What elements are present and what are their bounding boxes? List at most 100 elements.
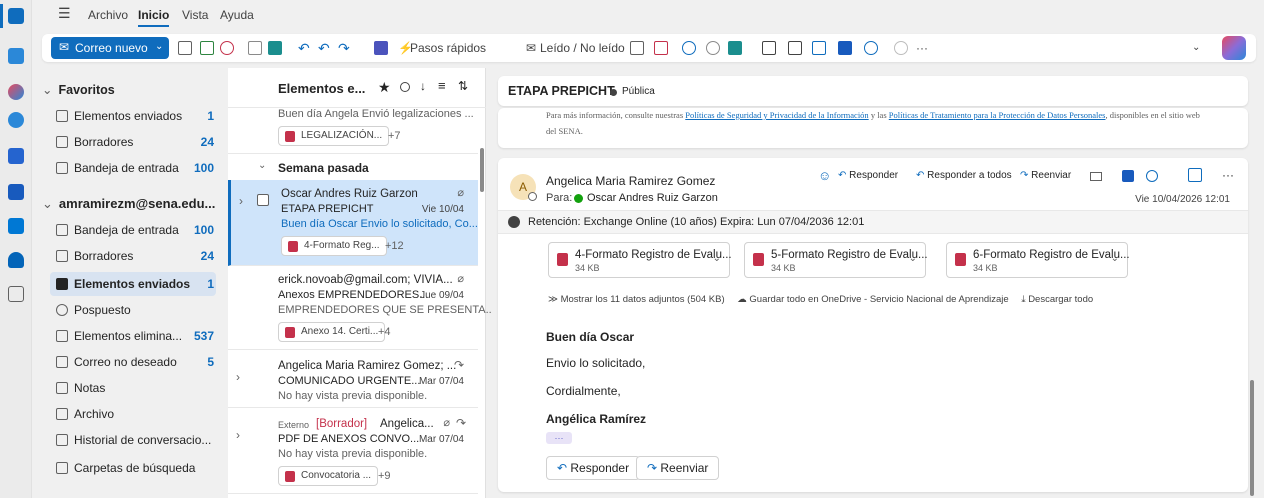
print-icon[interactable] bbox=[762, 41, 776, 55]
favorites-header[interactable]: ⌄ Favoritos bbox=[42, 82, 115, 97]
forms-icon[interactable] bbox=[1122, 170, 1134, 182]
menu-help[interactable]: Ayuda bbox=[220, 8, 254, 22]
sort-order-icon[interactable]: ⇅ bbox=[458, 79, 468, 93]
folder-drafts[interactable]: Borradores 24 bbox=[56, 246, 216, 266]
report-icon[interactable] bbox=[220, 41, 234, 55]
fav-inbox[interactable]: Bandeja de entrada 100 bbox=[56, 158, 216, 178]
copilot-icon[interactable] bbox=[8, 84, 24, 100]
sensitivity-label[interactable]: Pública bbox=[622, 86, 655, 97]
filter-icon[interactable]: ≡ bbox=[438, 78, 446, 93]
rules-icon[interactable] bbox=[728, 41, 742, 55]
immersive-reader-icon[interactable] bbox=[812, 41, 826, 55]
chevron-down-icon[interactable]: ⌄ bbox=[1111, 253, 1119, 264]
copilot-button-icon[interactable] bbox=[1222, 36, 1246, 60]
policy-link[interactable]: Políticas de Tratamiento para la Protecc… bbox=[889, 110, 1106, 120]
favorite-star-icon[interactable]: ★ bbox=[378, 79, 391, 96]
reply-all-action[interactable]: ↶ Responder a todos bbox=[916, 170, 1012, 181]
apps-save-icon[interactable] bbox=[8, 184, 24, 200]
list-item[interactable]: › Angelica Maria Ramirez Gomez; ... ↷ CO… bbox=[228, 350, 478, 408]
reply-all-icon[interactable]: ↶ bbox=[318, 39, 330, 57]
sort-icon[interactable]: ↓ bbox=[420, 79, 426, 93]
show-trimmed-content[interactable]: ··· bbox=[546, 432, 572, 444]
download-all-link[interactable]: ⤓ Descargar todo bbox=[1021, 294, 1093, 305]
menu-view[interactable]: Vista bbox=[182, 8, 208, 22]
policy-link[interactable]: Políticas de Seguridad y Privacidad de l… bbox=[685, 110, 868, 120]
todo-icon[interactable] bbox=[8, 148, 24, 164]
fav-drafts[interactable]: Borradores 24 bbox=[56, 132, 216, 152]
folder-search-folders[interactable]: Carpetas de búsqueda bbox=[56, 458, 216, 478]
onedrive-icon[interactable] bbox=[8, 252, 24, 268]
attachment-chip[interactable]: LEGALIZACIÓN... bbox=[278, 126, 390, 146]
pin-icon[interactable] bbox=[682, 41, 696, 55]
more-actions-button[interactable]: ··· bbox=[916, 39, 928, 57]
reading-scrollbar[interactable] bbox=[1250, 380, 1254, 496]
sweep-icon[interactable] bbox=[248, 41, 262, 55]
grid-app-icon[interactable] bbox=[1188, 168, 1202, 182]
apps-icon[interactable] bbox=[788, 41, 802, 55]
menu-home[interactable]: Inicio bbox=[138, 8, 170, 27]
undo-icon[interactable] bbox=[894, 41, 908, 55]
chevron-right-icon[interactable]: › bbox=[236, 428, 240, 442]
list-item[interactable]: erick.novoab@gmail.com; VIVIA... ⌀ Anexo… bbox=[228, 266, 495, 350]
chevron-right-icon[interactable]: › bbox=[236, 370, 240, 384]
list-item[interactable]: › Externo [Borrador] Angelica... ⌀ ↷ PDF… bbox=[228, 408, 478, 494]
forms-icon[interactable] bbox=[838, 41, 852, 55]
list-item-selected[interactable]: › Oscar Andres Ruiz Garzon ⌀ ETAPA PREPI… bbox=[228, 180, 478, 266]
loop-icon[interactable] bbox=[864, 41, 878, 55]
chevron-down-icon[interactable]: ⌄ bbox=[713, 253, 721, 264]
show-all-attachments-link[interactable]: ≫ Mostrar los 11 datos adjuntos (504 KB) bbox=[548, 294, 725, 305]
delete-icon[interactable] bbox=[178, 41, 192, 55]
attachment-card[interactable]: 6-Formato Registro de Evalu... 34 KB ⌄ bbox=[946, 242, 1130, 278]
forward-button[interactable]: ↷ Reenviar bbox=[636, 456, 720, 480]
attachment-chip[interactable]: 4-Formato Reg... bbox=[281, 236, 387, 256]
sender-name[interactable]: Angelica Maria Ramirez Gomez bbox=[546, 174, 715, 188]
group-header[interactable]: ⌄ Semana pasada bbox=[228, 156, 478, 180]
quick-steps-button[interactable]: Pasos rápidos bbox=[410, 39, 486, 57]
apps-icon[interactable] bbox=[1090, 172, 1102, 181]
attachment-card[interactable]: 4-Formato Registro de Evalu... 34 KB ⌄ bbox=[548, 242, 732, 278]
collapse-ribbon-chevron-icon[interactable]: ⌄ bbox=[1192, 39, 1200, 57]
folder-notes[interactable]: Notas bbox=[56, 378, 216, 398]
list-title[interactable]: Elementos e... bbox=[278, 81, 365, 96]
list-item[interactable]: Buen día Angela Envió legalizaciones ...… bbox=[228, 108, 478, 154]
reply-action[interactable]: ↶ Responder bbox=[838, 170, 898, 181]
tag-icon[interactable] bbox=[630, 41, 644, 55]
folder-deleted[interactable]: Elementos elimina... 537 bbox=[56, 326, 216, 346]
reply-icon[interactable]: ↶ bbox=[298, 39, 310, 57]
chevron-down-icon[interactable]: ⌄ bbox=[909, 253, 917, 264]
chevron-right-icon[interactable]: › bbox=[239, 194, 243, 208]
fav-sent-items[interactable]: Elementos enviados 1 bbox=[56, 106, 216, 126]
move-icon[interactable] bbox=[268, 41, 282, 55]
account-header[interactable]: ⌄ amramirezm@sena.edu... bbox=[42, 196, 215, 212]
loop-icon[interactable] bbox=[1146, 170, 1158, 182]
more-icon[interactable]: ··· bbox=[1222, 168, 1234, 182]
folder-archive[interactable]: Archivo bbox=[56, 404, 216, 424]
org-icon[interactable] bbox=[8, 218, 24, 234]
flag-icon[interactable] bbox=[654, 41, 668, 55]
attachment-card[interactable]: 5-Formato Registro de Evalu... 34 KB ⌄ bbox=[744, 242, 928, 278]
people-icon[interactable] bbox=[8, 112, 24, 128]
list-scrollbar[interactable] bbox=[480, 148, 484, 192]
save-to-onedrive-link[interactable]: ☁ Guardar todo en OneDrive - Servicio Na… bbox=[737, 294, 1008, 305]
folder-conversation-history[interactable]: Historial de conversacio... bbox=[56, 430, 216, 450]
attachment-chip[interactable]: Convocatoria ... bbox=[278, 466, 379, 486]
new-mail-button[interactable]: ✉ Correo nuevo ⌄ bbox=[51, 37, 169, 59]
folder-inbox[interactable]: Bandeja de entrada 100 bbox=[56, 220, 216, 240]
recipient-name[interactable]: Oscar Andres Ruiz Garzon bbox=[587, 192, 718, 204]
folder-snoozed[interactable]: Pospuesto bbox=[56, 300, 216, 320]
chevron-down-icon[interactable]: ⌄ bbox=[155, 41, 163, 52]
calendar-icon[interactable] bbox=[8, 48, 24, 64]
read-unread-button[interactable]: Leído / No leído bbox=[540, 39, 625, 57]
select-icon[interactable] bbox=[400, 82, 410, 92]
folder-junk[interactable]: Correo no deseado 5 bbox=[56, 352, 216, 372]
teams-icon[interactable] bbox=[374, 41, 388, 55]
more-apps-icon[interactable] bbox=[8, 286, 24, 302]
emoji-react-icon[interactable]: ☺ bbox=[818, 168, 831, 183]
select-checkbox[interactable] bbox=[257, 194, 269, 206]
attachment-chip[interactable]: Anexo 14. Certi... bbox=[278, 322, 386, 342]
hamburger-icon[interactable]: ☰ bbox=[58, 5, 71, 22]
snooze-icon[interactable] bbox=[706, 41, 720, 55]
folder-sent-items[interactable]: Elementos enviados 1 bbox=[50, 272, 216, 296]
forward-action[interactable]: ↷ Reenviar bbox=[1020, 170, 1071, 181]
menu-file[interactable]: Archivo bbox=[88, 8, 128, 22]
